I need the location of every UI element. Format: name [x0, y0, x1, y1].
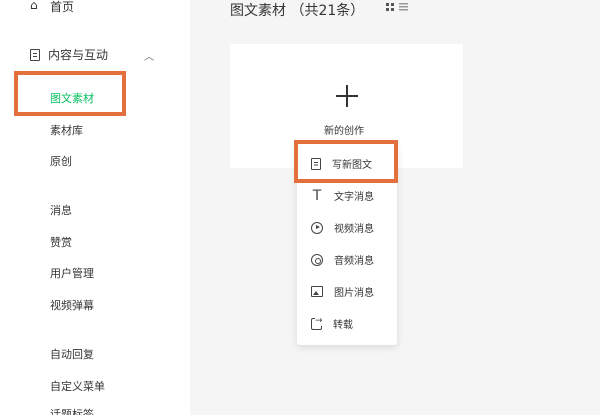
menu-item-label: 转载 [333, 320, 353, 331]
image-icon [311, 286, 323, 297]
menu-item-label: 视频消息 [334, 224, 374, 235]
new-creation-label: 新的创作 [324, 126, 364, 137]
sidebar-item-library[interactable]: 素材库 [50, 122, 83, 138]
repost-icon [311, 315, 323, 330]
menu-item-label: 音频消息 [334, 256, 374, 267]
sidebar-item-home[interactable]: 首页 [50, 0, 74, 15]
menu-item-repost[interactable]: 转载 [311, 315, 353, 331]
sidebar-item-users[interactable]: 用户管理 [50, 265, 94, 281]
sidebar-item-appreciation[interactable]: 赞赏 [50, 234, 72, 250]
menu-item-text-message[interactable]: T 文字消息 [311, 187, 374, 204]
home-icon: ⌂ [30, 0, 38, 12]
sidebar-item-auto-reply[interactable]: 自动回复 [50, 346, 94, 362]
sidebar-item-messages[interactable]: 消息 [50, 202, 72, 218]
text-icon: T [312, 187, 322, 204]
sidebar-group-content[interactable]: 内容与互动 [30, 46, 108, 63]
menu-item-audio-message[interactable]: 音频消息 [311, 252, 374, 267]
video-icon [311, 221, 323, 234]
plus-icon [336, 85, 358, 107]
sidebar-item-video-danmaku[interactable]: 视频弹幕 [50, 297, 94, 313]
document-icon [30, 48, 40, 61]
menu-item-video-message[interactable]: 视频消息 [311, 220, 374, 235]
sidebar-item-original[interactable]: 原创 [50, 153, 72, 169]
chevron-up-icon[interactable]: ︿ [144, 48, 154, 63]
grid-view-icon[interactable] [386, 3, 394, 11]
page-title: 图文素材 （共21条） [230, 3, 365, 19]
menu-item-label: 图片消息 [334, 288, 374, 299]
sidebar-item-topic-tags[interactable]: 话题标签 [50, 406, 94, 415]
highlight-box-new-article [294, 140, 398, 183]
sidebar: ⌂ 首页 内容与互动 ︿ 图文素材 素材库 原创 消息 赞赏 用户管理 视频弹幕… [0, 0, 190, 415]
audio-icon [311, 253, 323, 266]
view-toggle [386, 3, 408, 11]
sidebar-item-custom-menu[interactable]: 自定义菜单 [50, 378, 105, 394]
sidebar-group-label: 内容与互动 [48, 48, 109, 62]
highlight-box-articles [14, 71, 126, 116]
menu-item-image-message[interactable]: 图片消息 [311, 284, 374, 299]
menu-item-label: 文字消息 [334, 192, 374, 203]
list-view-icon[interactable] [399, 3, 408, 11]
